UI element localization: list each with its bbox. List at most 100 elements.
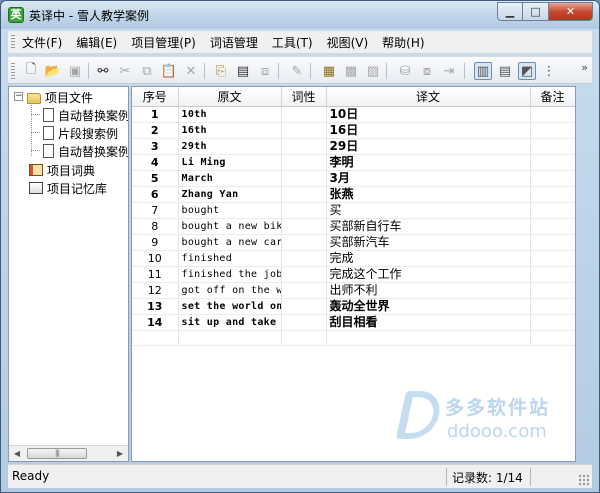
cell-target[interactable]: 10日 xyxy=(326,106,531,123)
cell-source[interactable]: March xyxy=(178,170,282,187)
table-row[interactable]: 6 Zhang Yan 张燕 xyxy=(132,186,575,203)
cell-target[interactable]: 出师不利 xyxy=(326,282,531,299)
column-header-index[interactable]: 序号 xyxy=(132,87,179,107)
tree-item-project-files[interactable]: 项目文件 xyxy=(27,88,93,106)
cell-target[interactable]: 张燕 xyxy=(326,186,531,203)
tree-item-memory[interactable]: 项目记忆库 xyxy=(29,179,107,197)
table-row[interactable]: 11 finished the job 完成这个工作 xyxy=(132,266,575,283)
cell-note[interactable] xyxy=(530,266,575,283)
cell-source[interactable]: Li Ming xyxy=(178,154,282,171)
app-icon[interactable]: 英 xyxy=(8,7,24,23)
cell-source[interactable]: 29th xyxy=(178,138,282,155)
cell-source[interactable]: Zhang Yan xyxy=(178,186,282,203)
cell-target[interactable]: 李明 xyxy=(326,154,531,171)
table-row[interactable]: 2 16th 16日 xyxy=(132,122,575,139)
menu-file[interactable]: 文件(F) xyxy=(22,34,62,51)
cell-pos[interactable] xyxy=(281,218,327,235)
cell-source[interactable]: finished the job xyxy=(178,266,282,283)
cell-source[interactable]: got off on the wrong foot xyxy=(178,282,282,299)
scroll-left-icon[interactable]: ◀ xyxy=(9,446,25,461)
cell-target[interactable]: 完成 xyxy=(326,250,531,267)
tree-item-file[interactable]: 片段搜索例 xyxy=(43,124,118,142)
database-icon[interactable]: ⛁ xyxy=(396,62,414,80)
cell-pos[interactable] xyxy=(281,122,327,139)
cell-source[interactable]: sit up and take notice xyxy=(178,314,282,331)
edit-icon[interactable]: ✎ xyxy=(288,62,306,80)
scrollbar-thumb[interactable]: ||| xyxy=(27,448,87,459)
table-row[interactable]: 8 bought a new bike 买部新自行车 xyxy=(132,218,575,235)
cell-source[interactable]: set the world on fire xyxy=(178,298,282,315)
cell-note[interactable] xyxy=(530,218,575,235)
cell-target[interactable]: 29日 xyxy=(326,138,531,155)
table-row[interactable]: 1 10th 10日 xyxy=(132,106,575,123)
table-row[interactable]: 13set the world on fire 轰动全世界 xyxy=(132,298,575,315)
tree-horizontal-scrollbar[interactable]: ◀ ||| ▶ xyxy=(9,445,128,461)
column-header-source[interactable]: 原文 xyxy=(178,87,282,107)
table-row[interactable]: 5 March 3月 xyxy=(132,170,575,187)
collapse-icon[interactable]: − xyxy=(14,92,23,101)
cell-source[interactable]: 16th xyxy=(178,122,282,139)
cell-target[interactable]: 16日 xyxy=(326,122,531,139)
table-row[interactable]: 9 bought a new car 买部新汽车 xyxy=(132,234,575,251)
toolbar-overflow-button[interactable]: » xyxy=(581,61,588,74)
cell-index[interactable]: 5 xyxy=(132,170,179,187)
tree-item-dictionary[interactable]: 项目词典 xyxy=(29,161,95,179)
title-bar[interactable]: 英 英译中 - 雪人教学案例 ▁ □ ✕ xyxy=(1,1,599,29)
open-folder-icon[interactable]: 📂 xyxy=(44,62,62,80)
table-row[interactable]: 3 29th 29日 xyxy=(132,138,575,155)
add-sentence-icon[interactable]: ▤ xyxy=(234,62,252,80)
cell-target[interactable]: 买部新汽车 xyxy=(326,234,531,251)
cell-note[interactable] xyxy=(530,298,575,315)
cell-pos[interactable] xyxy=(281,154,327,171)
cell-note[interactable] xyxy=(530,234,575,251)
tree-item-file[interactable]: 自动替换案例 xyxy=(43,106,128,124)
cell-index[interactable]: 10 xyxy=(132,250,179,267)
column-header-target[interactable]: 译文 xyxy=(326,87,531,107)
cell-source[interactable]: finished xyxy=(178,250,282,267)
cell-index[interactable]: 4 xyxy=(132,154,179,171)
cell-note[interactable] xyxy=(530,314,575,331)
menu-project[interactable]: 项目管理(P) xyxy=(131,34,196,51)
toolbar-grip-handle[interactable] xyxy=(11,63,15,79)
cell-note[interactable] xyxy=(530,282,575,299)
cell-pos[interactable] xyxy=(281,314,327,331)
cell-index[interactable]: 8 xyxy=(132,218,179,235)
column-header-pos[interactable]: 词性 xyxy=(281,87,327,107)
cell-note[interactable] xyxy=(530,250,575,267)
cell-index[interactable]: 6 xyxy=(132,186,179,203)
cell-index[interactable]: 12 xyxy=(132,282,179,299)
add-doc-icon[interactable]: ⎘ xyxy=(212,62,230,80)
menu-tools[interactable]: 工具(T) xyxy=(272,34,313,51)
cell-pos[interactable] xyxy=(281,170,327,187)
dictionary-icon[interactable]: ▦ xyxy=(320,62,338,80)
cell-pos[interactable] xyxy=(281,202,327,219)
table-row[interactable]: 10 finished 完成 xyxy=(132,250,575,267)
cell-pos[interactable] xyxy=(281,266,327,283)
cell-pos[interactable] xyxy=(281,106,327,123)
table-row[interactable]: 14sit up and take notice 刮目相看 xyxy=(132,314,575,331)
cell-note[interactable] xyxy=(530,138,575,155)
import-icon[interactable]: ⧈ xyxy=(256,62,274,80)
menu-terms[interactable]: 词语管理 xyxy=(210,34,258,51)
scroll-right-icon[interactable]: ▶ xyxy=(112,446,128,461)
delete-icon[interactable]: ✕ xyxy=(182,62,200,80)
cell-pos[interactable] xyxy=(281,250,327,267)
tree-item-file[interactable]: 自动替换案例 xyxy=(43,142,128,160)
cell-index[interactable]: 9 xyxy=(132,234,179,251)
find-icon[interactable]: ⚯ xyxy=(94,62,112,80)
cell-note[interactable] xyxy=(530,106,575,123)
cell-index[interactable]: 14 xyxy=(132,314,179,331)
cell-pos[interactable] xyxy=(281,298,327,315)
new-file-icon[interactable]: 🗋 xyxy=(22,62,40,80)
cell-source[interactable]: 10th xyxy=(178,106,282,123)
copy-icon[interactable]: ⧉ xyxy=(138,62,156,80)
menu-help[interactable]: 帮助(H) xyxy=(382,34,424,51)
menu-grip-handle[interactable] xyxy=(11,35,15,49)
menu-view[interactable]: 视图(V) xyxy=(327,34,369,51)
cell-target[interactable]: 买 xyxy=(326,202,531,219)
view-top-bottom-icon[interactable]: ▤ xyxy=(496,62,514,80)
table-row[interactable]: 12got off on the wrong foot 出师不利 xyxy=(132,282,575,299)
table-row[interactable]: 7 bought 买 xyxy=(132,202,575,219)
clipboard-icon[interactable]: ▨ xyxy=(364,62,382,80)
cell-index[interactable]: 7 xyxy=(132,202,179,219)
